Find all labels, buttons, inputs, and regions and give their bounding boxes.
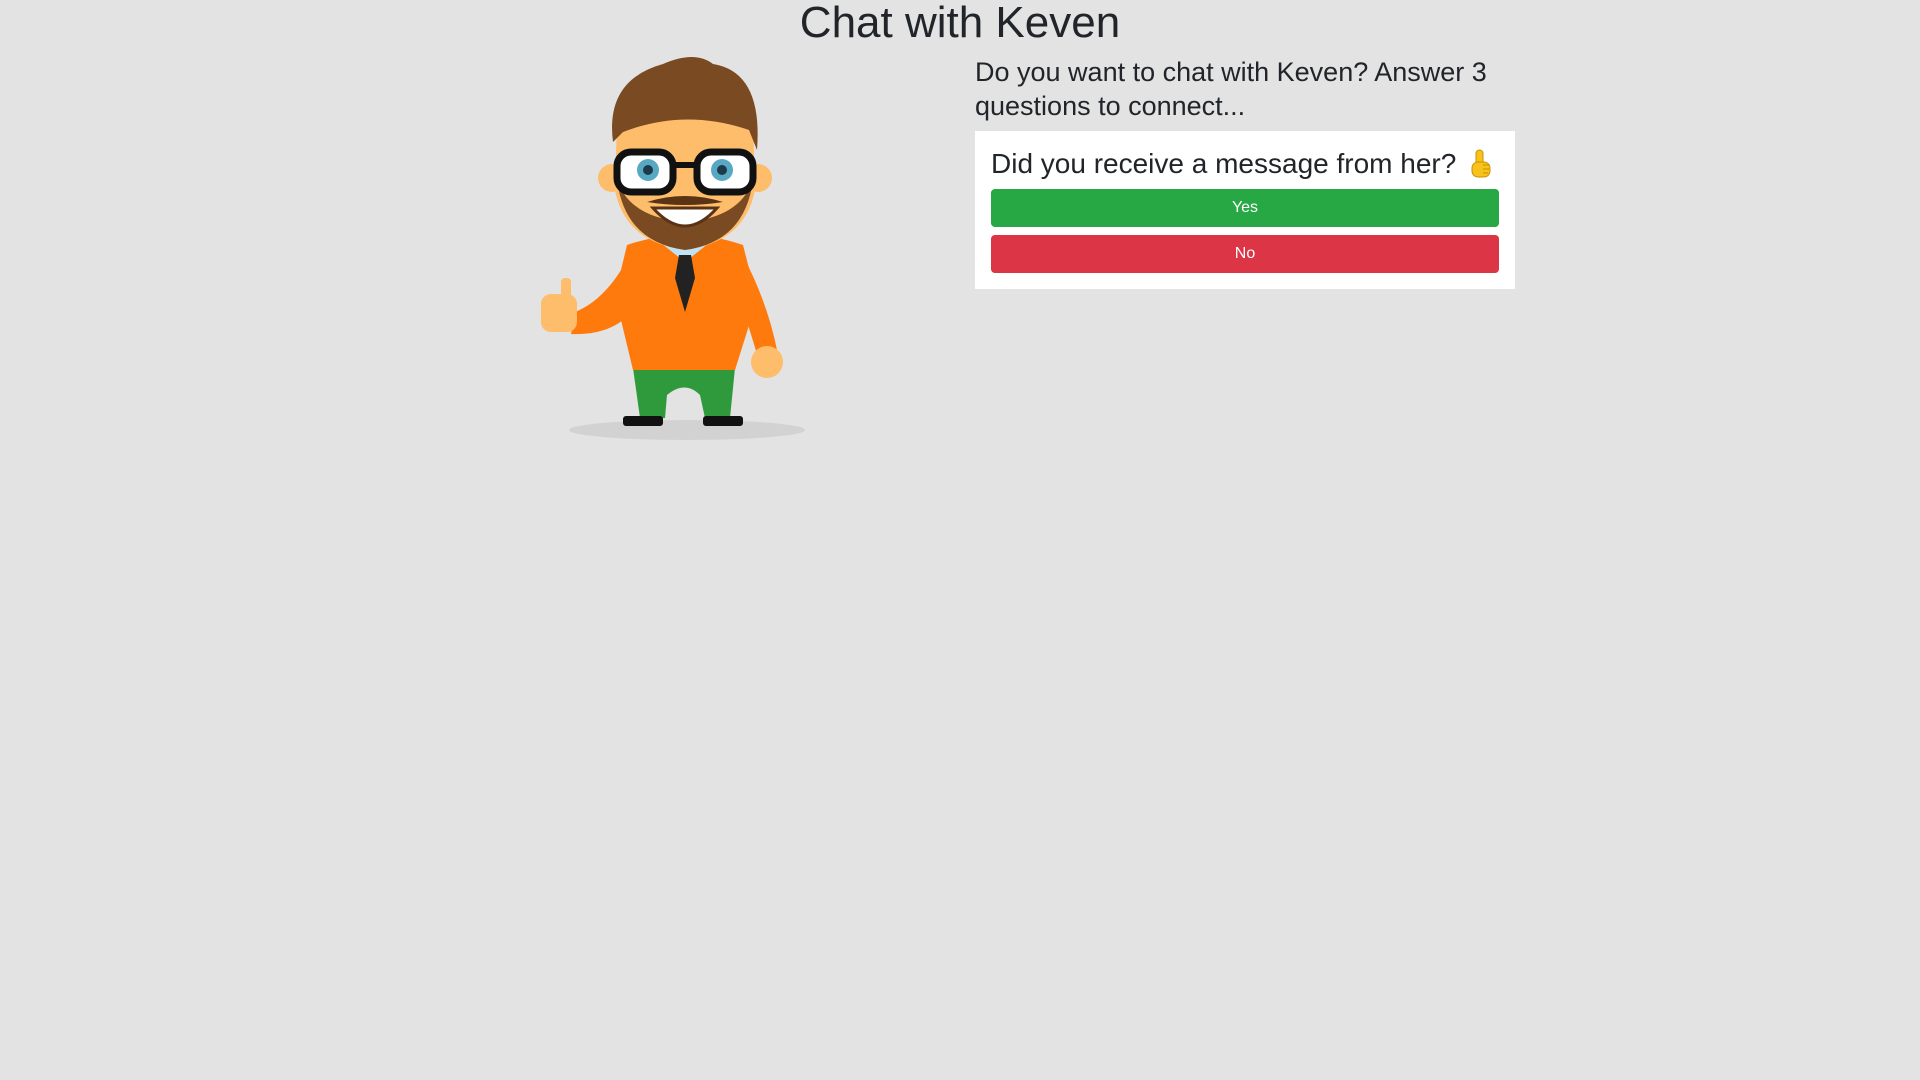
intro-text: Do you want to chat with Keven? Answer 3… [975, 57, 1487, 121]
question-card: Did you receive a message from her? Yes … [975, 131, 1515, 289]
question-heading: Did you receive a message from her? [991, 147, 1499, 181]
yes-button[interactable]: Yes [991, 189, 1499, 227]
page-title: Chat with Keven [799, 0, 1121, 47]
mascot-illustration [535, 50, 815, 445]
pointing-up-hand-icon [1466, 147, 1494, 181]
no-button[interactable]: No [991, 235, 1499, 273]
question-text: Did you receive a message from her? [991, 148, 1457, 179]
